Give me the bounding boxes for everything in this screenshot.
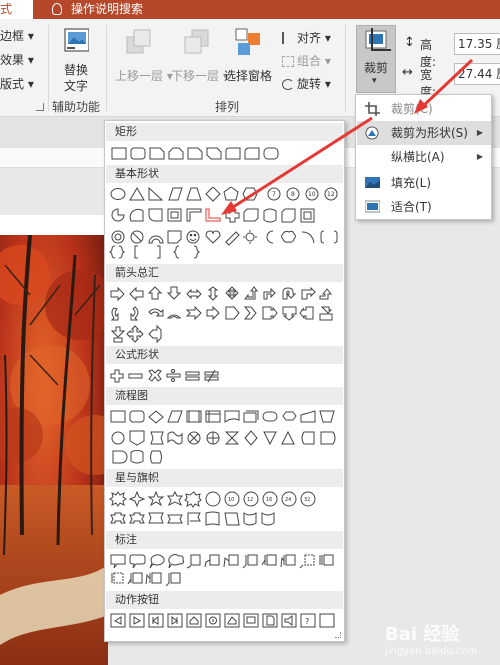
alt-text-button[interactable]: 替换 文字 bbox=[56, 25, 100, 95]
width-icon: ↔ bbox=[402, 65, 413, 80]
heptagon-label: 7 bbox=[272, 191, 276, 198]
height-icon: ↕ bbox=[404, 35, 415, 50]
star32-label: 32 bbox=[304, 497, 310, 503]
decagon-label: 10 bbox=[308, 191, 316, 198]
bring-forward-button[interactable]: 上移一层 ▾ bbox=[112, 25, 173, 95]
search-label: 操作说明搜索 bbox=[71, 2, 144, 16]
star-banner-shapes[interactable]: 10 12 16 24 32 bbox=[109, 491, 341, 529]
selection-pane-label: 选择窗格 bbox=[224, 69, 273, 83]
picture-layout-button[interactable]: 版式 ▾ bbox=[0, 75, 34, 92]
menu-item-crop-to-shape[interactable]: 裁剪为形状(S) ▶ bbox=[357, 121, 491, 145]
rectangles-row[interactable] bbox=[109, 146, 339, 164]
autumn-photo[interactable] bbox=[0, 235, 108, 665]
crop-dropdown-menu: 裁剪(C) 裁剪为形状(S) ▶ 纵横比(A) ▶ 填充(L) 适合(T) bbox=[355, 94, 492, 220]
octagon-label: 8 bbox=[291, 191, 295, 198]
alt-text-icon bbox=[64, 28, 89, 52]
action-buttons-row[interactable]: ? bbox=[109, 613, 341, 631]
group-icon bbox=[282, 56, 294, 67]
submenu-arrow-icon: ▶ bbox=[476, 152, 483, 161]
category-stars-banners: 星与旗帜 bbox=[106, 469, 343, 487]
align-icon bbox=[282, 32, 294, 44]
dialog-launcher-icon[interactable] bbox=[36, 103, 44, 111]
rectangle-shapes[interactable] bbox=[109, 146, 339, 162]
stars-banners-rows[interactable]: 10 12 16 24 32 bbox=[109, 491, 341, 529]
height-label: 高度: bbox=[420, 38, 437, 69]
star12-label: 12 bbox=[247, 497, 253, 503]
category-callouts: 标注 bbox=[106, 531, 343, 549]
selection-pane-button[interactable]: 选择窗格 bbox=[224, 25, 278, 95]
category-equation-shapes: 公式形状 bbox=[106, 346, 343, 364]
alt-text-label-2: 文字 bbox=[64, 79, 89, 93]
menu-item-aspect-ratio[interactable]: 纵横比(A) ▶ bbox=[357, 145, 491, 169]
action-button-shapes[interactable]: ? bbox=[109, 613, 341, 629]
title-tab-bar: 式 操作说明搜索 bbox=[0, 0, 500, 19]
send-backward-button[interactable]: 下移一层 ▾ bbox=[170, 25, 229, 95]
selection-pane-icon bbox=[235, 28, 260, 55]
flowchart-rows[interactable] bbox=[109, 409, 341, 465]
submenu-arrow-icon: ▶ bbox=[476, 128, 483, 137]
equation-shapes[interactable] bbox=[109, 368, 229, 384]
picture-border-button[interactable]: 边框 ▾ bbox=[0, 27, 34, 44]
bring-forward-icon bbox=[126, 29, 151, 54]
block-arrows-rows[interactable] bbox=[109, 286, 341, 346]
accessibility-group-label: 辅助功能 bbox=[52, 100, 101, 114]
width-input[interactable]: 27.44 厘 bbox=[454, 63, 500, 85]
bracket-shapes[interactable] bbox=[109, 244, 209, 260]
callouts-rows[interactable] bbox=[109, 553, 341, 589]
shape-gallery: 矩形 基本形状 7 8 10 12 箭头总汇 公式形状 流程图 星与旗帜 10 … bbox=[104, 120, 345, 642]
resize-grip[interactable] bbox=[335, 632, 341, 638]
tell-me-search[interactable]: 操作说明搜索 bbox=[52, 0, 143, 19]
height-input[interactable]: 17.35 厘 bbox=[454, 33, 500, 55]
alt-text-label-1: 替换 bbox=[64, 63, 89, 77]
autumn-forest-image bbox=[0, 235, 108, 665]
callout-shapes[interactable] bbox=[109, 553, 341, 589]
block-arrow-shapes[interactable] bbox=[109, 286, 341, 346]
group-button[interactable]: 组合 ▾ bbox=[282, 52, 331, 69]
basic-shapes[interactable]: 7 8 10 12 bbox=[109, 187, 341, 249]
menu-item-fit[interactable]: 适合(T) bbox=[357, 195, 491, 219]
category-basic-shapes: 基本形状 bbox=[106, 165, 343, 183]
category-action-buttons: 动作按钮 bbox=[106, 591, 343, 609]
category-flowchart: 流程图 bbox=[106, 387, 343, 405]
arrange-group-label: 排列 bbox=[215, 100, 240, 114]
lightbulb-icon bbox=[52, 3, 62, 15]
fit-icon bbox=[365, 200, 380, 213]
flowchart-shapes[interactable] bbox=[109, 409, 341, 465]
rotate-icon bbox=[282, 79, 294, 90]
align-button[interactable]: 对齐 ▾ bbox=[282, 29, 331, 46]
picture-effects-button[interactable]: 效果 ▾ bbox=[0, 51, 34, 68]
star24-label: 24 bbox=[285, 497, 291, 503]
fill-icon bbox=[365, 177, 380, 188]
equation-shapes-row[interactable] bbox=[109, 368, 229, 386]
action-help-label: ? bbox=[305, 617, 309, 626]
crop-icon bbox=[365, 102, 380, 116]
category-block-arrows: 箭头总汇 bbox=[106, 264, 343, 282]
tab-format[interactable]: 式 bbox=[0, 0, 33, 19]
crop-to-shape-icon bbox=[365, 126, 379, 140]
star16-label: 16 bbox=[266, 497, 272, 503]
star10-label: 10 bbox=[228, 497, 234, 503]
rotate-button[interactable]: 旋转 ▾ bbox=[282, 75, 331, 92]
watermark: Bai 经验 jingyan.baidu.com bbox=[385, 624, 478, 657]
crop-dropdown-arrow[interactable]: ▾ bbox=[372, 76, 377, 86]
category-rectangles: 矩形 bbox=[106, 123, 343, 141]
brackets-row[interactable] bbox=[109, 244, 209, 262]
crop-icon bbox=[365, 28, 391, 51]
menu-item-fill[interactable]: 填充(L) bbox=[357, 171, 491, 195]
menu-item-crop[interactable]: 裁剪(C) bbox=[357, 97, 491, 121]
send-backward-icon bbox=[184, 29, 209, 54]
basic-shapes-rows[interactable]: 7 8 10 12 bbox=[109, 187, 341, 249]
dodecagon-label: 12 bbox=[327, 191, 335, 198]
crop-label: 裁剪 bbox=[364, 61, 389, 75]
crop-button[interactable]: 裁剪 ▾ bbox=[356, 25, 396, 93]
